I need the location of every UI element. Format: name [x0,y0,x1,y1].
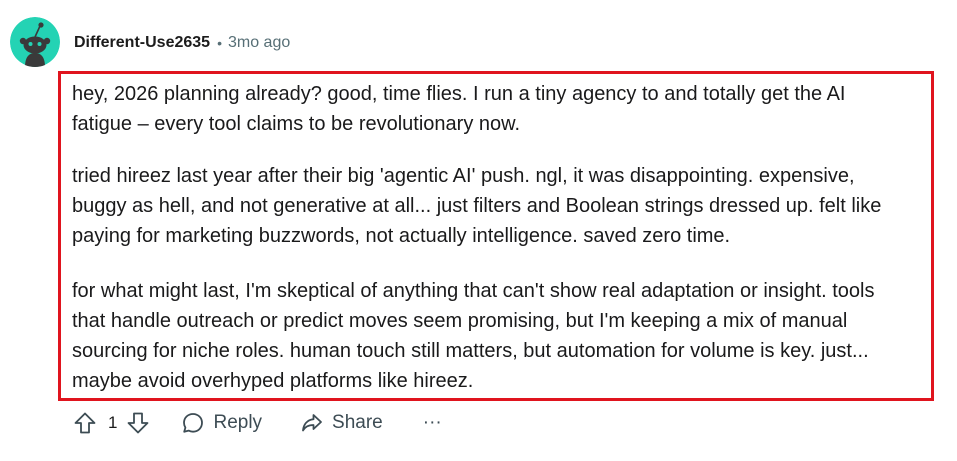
avatar[interactable] [10,17,60,67]
speech-bubble-icon [183,413,204,433]
upvote-arrow-icon [74,412,96,434]
comment-line: sourcing for niche roles. human touch st… [72,340,869,362]
author-username[interactable]: Different-Use2635 [74,34,210,52]
vote-score: 1 [108,413,118,432]
comment-line: maybe avoid overhyped platforms like hir… [72,370,474,392]
comment-action-bar: 1 Reply Share ··· [72,406,442,440]
comment-line: tried hireez last year after their big '… [72,165,855,187]
comment-line: paying for marketing buzzwords, not actu… [72,225,731,247]
comment-paragraph-1: hey, 2026 planning already? good, time f… [72,79,845,139]
more-options-button[interactable]: ··· [423,412,442,434]
downvote-arrow-icon [128,412,149,434]
share-label: Share [332,412,383,433]
comment: Different-Use2635 • 3mo ago hey, 2026 pl… [0,0,957,461]
downvote-button[interactable] [125,410,151,436]
comment-line: that handle outreach or predict moves se… [72,310,848,332]
share-arrow-icon [302,414,322,432]
comment-header: Different-Use2635 • 3mo ago [74,31,290,55]
comment-line: buggy as hell, and not generative at all… [72,195,882,217]
vote-controls: 1 [72,410,151,436]
comment-paragraph-3: for what might last, I'm skeptical of an… [72,276,875,396]
comment-line: for what might last, I'm skeptical of an… [72,280,875,302]
comment-line: hey, 2026 planning already? good, time f… [72,83,846,105]
comment-line: fatigue – every tool claims to be revolu… [72,113,521,135]
upvote-button[interactable] [72,410,98,436]
reply-label: Reply [213,412,263,433]
meta-separator: • [217,35,222,51]
share-button[interactable]: Share [300,411,383,435]
more-options-icon: ··· [422,412,442,433]
snoo-avatar-icon [10,17,60,67]
reply-button[interactable]: Reply [181,411,262,435]
comment-timestamp[interactable]: 3mo ago [228,34,290,52]
comment-paragraph-2: tried hireez last year after their big '… [72,161,881,251]
